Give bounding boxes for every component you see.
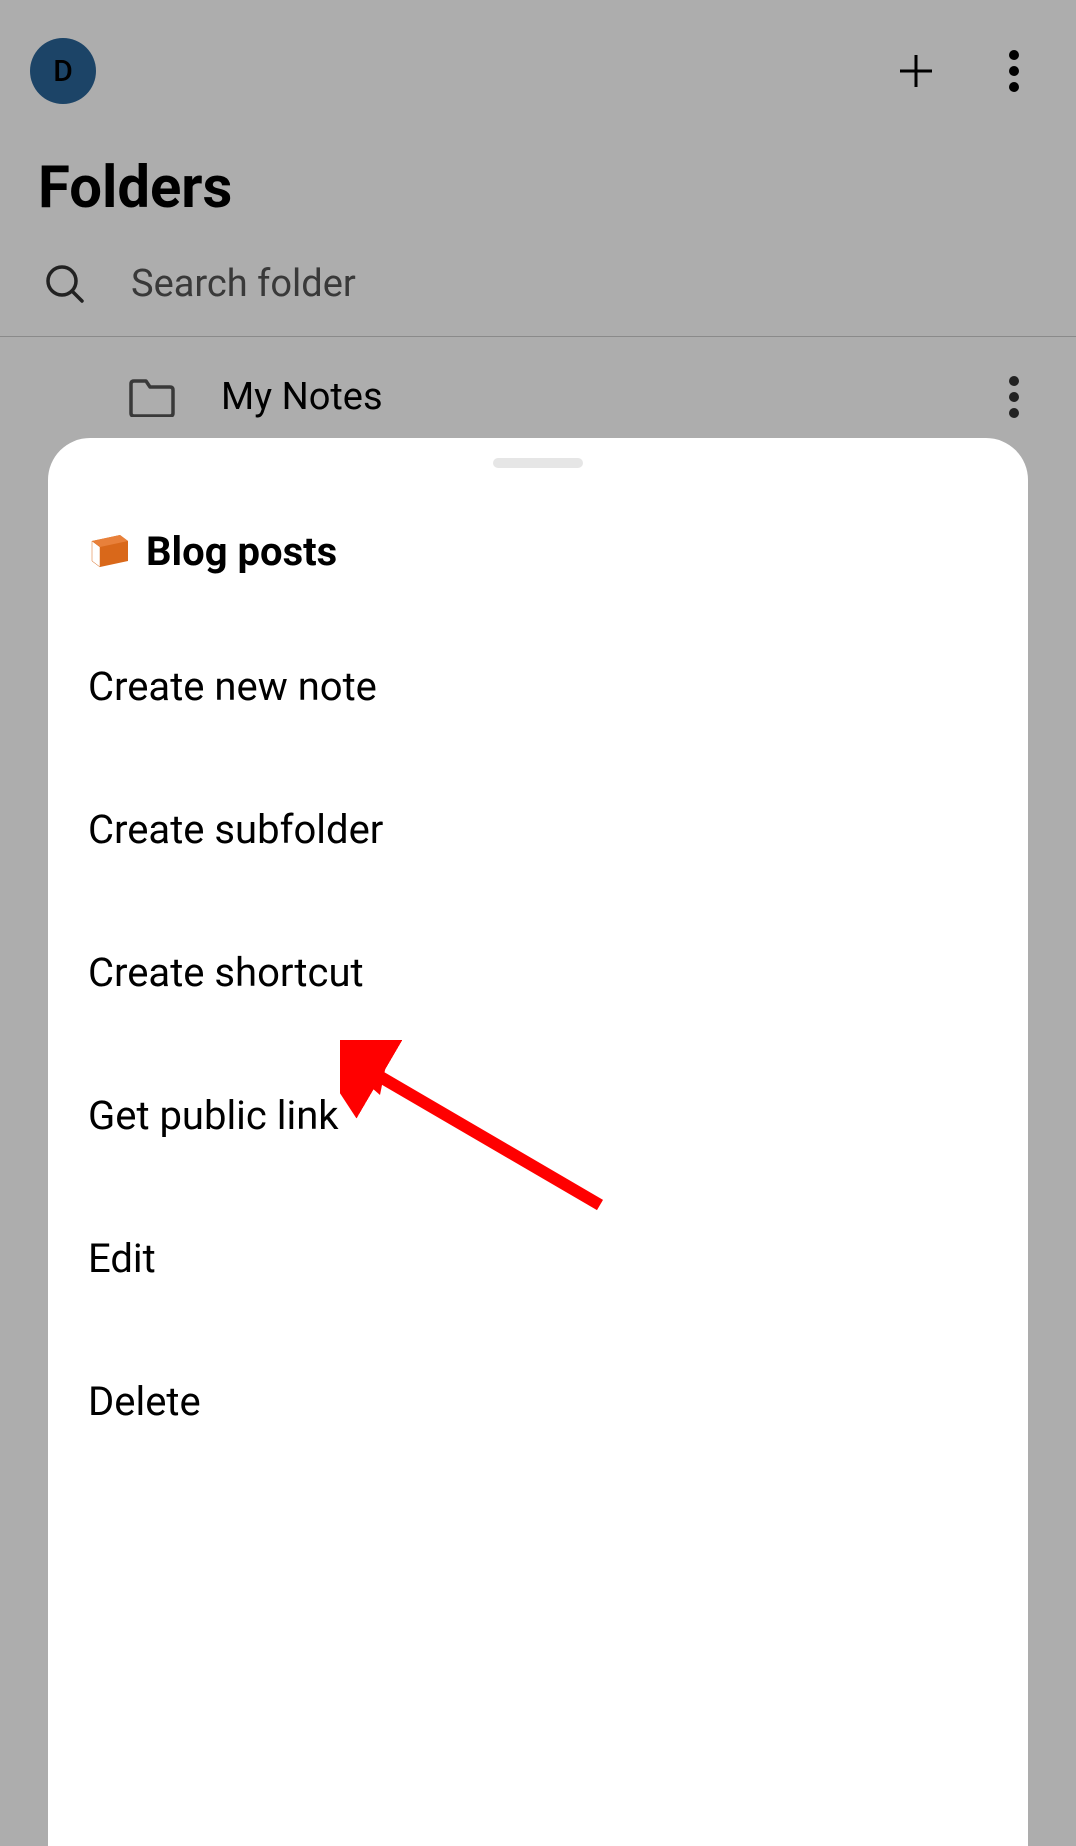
menu-item-label: Create subfolder [88,806,383,853]
menu-item-label: Delete [88,1378,201,1425]
menu-item-create-subfolder[interactable]: Create subfolder [48,758,1028,901]
menu-item-get-public-link[interactable]: Get public link [48,1044,1028,1187]
menu-item-edit[interactable]: Edit [48,1187,1028,1330]
menu-item-label: Get public link [88,1092,339,1139]
menu-item-delete[interactable]: Delete [48,1330,1028,1473]
menu-item-label: Create new note [88,663,377,710]
menu-list: Create new note Create subfolder Create … [48,615,1028,1473]
sheet-header: Blog posts [48,508,1028,615]
menu-item-label: Edit [88,1235,156,1282]
book-icon [88,535,130,569]
menu-item-create-shortcut[interactable]: Create shortcut [48,901,1028,1044]
context-menu-sheet: Blog posts Create new note Create subfol… [48,438,1028,1846]
menu-item-label: Create shortcut [88,949,364,996]
sheet-handle[interactable] [493,458,583,468]
menu-item-create-note[interactable]: Create new note [48,615,1028,758]
sheet-title: Blog posts [146,528,337,575]
